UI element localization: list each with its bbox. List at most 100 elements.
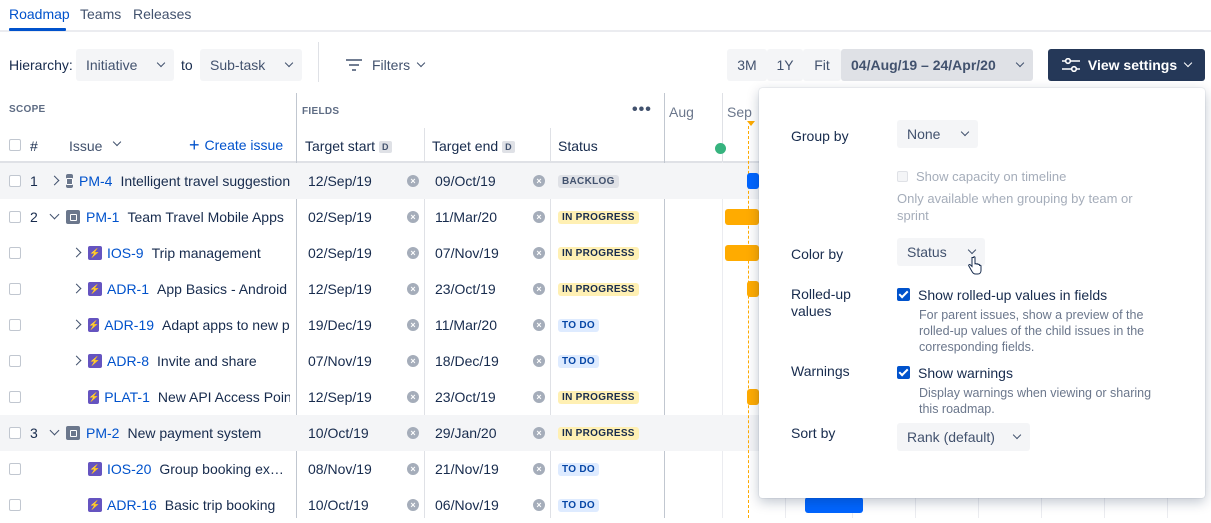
issue-title[interactable]: Group booking ex… [159, 461, 284, 477]
status-lozenge[interactable]: BACKLOG [558, 174, 619, 188]
clear-icon[interactable]: × [533, 355, 545, 367]
clear-icon[interactable]: × [533, 319, 545, 331]
clear-icon[interactable]: × [533, 211, 545, 223]
timeline-bar[interactable] [747, 173, 759, 189]
table-row[interactable]: 2 PM-1 Team Travel Mobile Apps 02/Sep/19 × 11… [0, 199, 760, 235]
more-options-icon[interactable]: ••• [632, 101, 652, 119]
group-by-dropdown[interactable]: None [897, 120, 978, 148]
table-row[interactable]: ⚡ PLAT-1 New API Access Point 12/Sep/19 × 23/… [0, 379, 760, 415]
hierarchy-from-dropdown[interactable]: Initiative [76, 49, 174, 81]
target-start-value[interactable]: 12/Sep/19 [308, 271, 372, 307]
issue-key[interactable]: ADR-1 [107, 281, 149, 297]
row-checkbox[interactable] [9, 175, 21, 187]
issue-title[interactable]: Basic trip booking [165, 497, 276, 513]
issue-title[interactable]: Trip management [152, 245, 261, 261]
warnings-checkbox[interactable] [897, 366, 910, 379]
show-capacity-checkbox[interactable] [897, 171, 908, 182]
table-row[interactable]: ⚡ ADR-19 Adapt apps to new payments 19/Dec/… [0, 307, 760, 343]
issue-cell[interactable]: ⚡ ADR-8 Invite and share [88, 343, 290, 379]
date-range-dropdown[interactable]: 04/Aug/19 – 24/Apr/20 [841, 49, 1033, 81]
timeline-bar[interactable] [725, 209, 759, 225]
row-checkbox[interactable] [9, 283, 21, 295]
status-lozenge[interactable]: TO DO [558, 498, 599, 512]
clear-icon[interactable]: × [407, 499, 419, 511]
clear-icon[interactable]: × [533, 175, 545, 187]
clear-icon[interactable]: × [407, 427, 419, 439]
filters-button[interactable]: Filters [346, 49, 426, 81]
target-start-value[interactable]: 10/Oct/19 [308, 415, 369, 451]
clear-icon[interactable]: × [533, 283, 545, 295]
clear-icon[interactable]: × [407, 175, 419, 187]
table-row[interactable]: 3 PM-2 New payment system 10/Oct/19 × 29/Jan/… [0, 415, 760, 451]
timeline-bar[interactable] [747, 281, 759, 297]
clear-icon[interactable]: × [533, 391, 545, 403]
status-header[interactable]: Status [558, 138, 598, 154]
status-lozenge[interactable]: IN PROGRESS [558, 282, 639, 296]
issue-cell[interactable]: ⚡ ADR-19 Adapt apps to new payments [88, 307, 290, 343]
target-start-header[interactable]: Target start D [305, 138, 392, 154]
select-all-checkbox[interactable] [9, 139, 21, 151]
clear-icon[interactable]: × [533, 427, 545, 439]
clear-icon[interactable]: × [407, 463, 419, 475]
issue-key[interactable]: PM-2 [86, 425, 119, 441]
issue-cell[interactable]: ⚡ IOS-9 Trip management [88, 235, 290, 271]
issue-title[interactable]: Intelligent travel suggestions [120, 173, 290, 189]
clear-icon[interactable]: × [533, 499, 545, 511]
expand-chevron-right-icon[interactable] [71, 355, 82, 366]
tab-releases[interactable]: Releases [133, 6, 191, 22]
table-row[interactable]: ⚡ ADR-1 App Basics - Android 12/Sep/19 × 23/O… [0, 271, 760, 307]
clear-icon[interactable]: × [407, 247, 419, 259]
row-checkbox[interactable] [9, 355, 21, 367]
target-start-value[interactable]: 02/Sep/19 [308, 235, 372, 271]
target-end-value[interactable]: 29/Jan/20 [435, 415, 497, 451]
target-end-header[interactable]: Target end D [432, 138, 515, 154]
issue-title[interactable]: Team Travel Mobile Apps [127, 209, 283, 225]
issue-cell[interactable]: PM-2 New payment system [66, 415, 290, 451]
issue-key[interactable]: IOS-9 [107, 245, 144, 261]
zoom-3m-button[interactable]: 3M [727, 49, 767, 81]
zoom-1y-button[interactable]: 1Y [767, 49, 803, 81]
target-start-value[interactable]: 19/Dec/19 [308, 307, 372, 343]
status-lozenge[interactable]: IN PROGRESS [558, 246, 639, 260]
status-lozenge[interactable]: IN PROGRESS [558, 426, 639, 440]
issue-cell[interactable]: PM-1 Team Travel Mobile Apps [66, 199, 290, 235]
issue-column-header[interactable]: Issue [69, 138, 102, 154]
status-lozenge[interactable]: TO DO [558, 462, 599, 476]
target-end-value[interactable]: 09/Oct/19 [435, 163, 496, 199]
target-end-value[interactable]: 21/Nov/19 [435, 451, 499, 487]
issue-title[interactable]: New API Access Point [158, 389, 290, 405]
collapse-chevron-down-icon[interactable] [49, 425, 60, 436]
hierarchy-to-dropdown[interactable]: Sub-task [200, 49, 302, 81]
status-lozenge[interactable]: TO DO [558, 354, 599, 368]
issue-title[interactable]: Invite and share [157, 353, 257, 369]
target-end-value[interactable]: 11/Mar/20 [435, 199, 497, 235]
issue-key[interactable]: ADR-16 [107, 497, 157, 513]
timeline-bar[interactable] [805, 497, 863, 513]
row-checkbox[interactable] [9, 247, 21, 259]
target-end-value[interactable]: 23/Oct/19 [435, 379, 496, 415]
clear-icon[interactable]: × [533, 463, 545, 475]
issue-cell[interactable]: PM-4 Intelligent travel suggestions [66, 163, 290, 199]
table-row[interactable]: ⚡ IOS-20 Group booking ex… 08/Nov/19 × 21/Nov… [0, 451, 760, 487]
target-start-value[interactable]: 12/Sep/19 [308, 163, 372, 199]
expand-chevron-right-icon[interactable] [71, 283, 82, 294]
issue-key[interactable]: PM-4 [79, 173, 112, 189]
row-checkbox[interactable] [9, 319, 21, 331]
issue-key[interactable]: ADR-19 [104, 317, 154, 333]
expand-chevron-right-icon[interactable] [71, 319, 82, 330]
clear-icon[interactable]: × [407, 319, 419, 331]
row-checkbox[interactable] [9, 211, 21, 223]
issue-title[interactable]: New payment system [127, 425, 261, 441]
row-checkbox[interactable] [9, 391, 21, 403]
table-row[interactable]: 1 PM-4 Intelligent travel suggestions 12/Se… [0, 163, 760, 199]
target-start-value[interactable]: 07/Nov/19 [308, 343, 372, 379]
timeline-bar[interactable] [747, 389, 759, 405]
sort-by-dropdown[interactable]: Rank (default) [897, 423, 1030, 451]
row-checkbox[interactable] [9, 463, 21, 475]
timeline-bar[interactable] [725, 245, 759, 261]
create-issue-button[interactable]: + Create issue [189, 136, 283, 154]
clear-icon[interactable]: × [407, 211, 419, 223]
row-checkbox[interactable] [9, 427, 21, 439]
issue-title[interactable]: App Basics - Android [157, 281, 287, 297]
target-end-value[interactable]: 23/Oct/19 [435, 271, 496, 307]
